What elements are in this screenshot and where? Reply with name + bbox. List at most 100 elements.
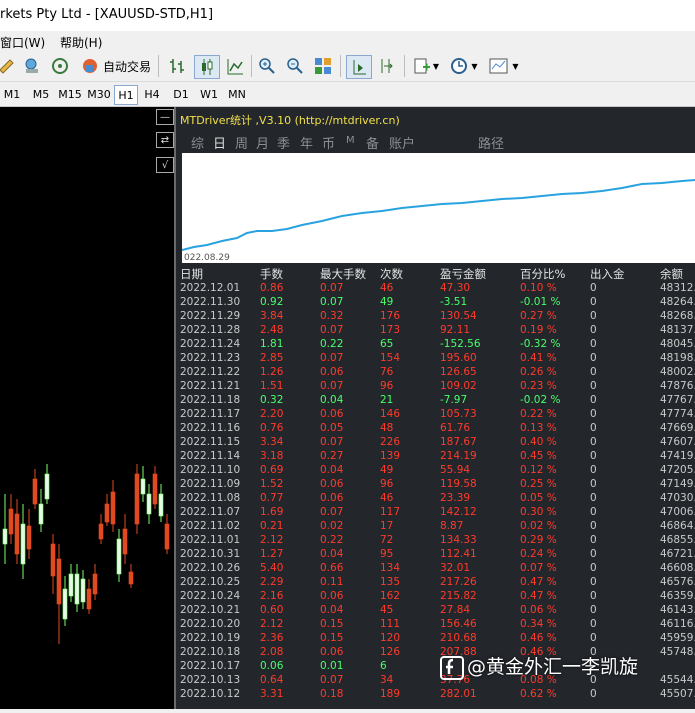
cell-date: 2022.10.25 bbox=[180, 576, 241, 588]
panel-tab[interactable]: 季 bbox=[277, 133, 290, 152]
column-header[interactable]: 手数 bbox=[260, 266, 283, 282]
cell-count: 46 bbox=[380, 282, 394, 294]
table-row[interactable]: 2022.11.24 1.81 0.22 65 -152.56 -0.32 % 0 48045… bbox=[176, 338, 695, 352]
candle-body bbox=[134, 473, 140, 525]
candlestick-icon[interactable] bbox=[194, 55, 220, 79]
column-header[interactable]: 余额 bbox=[660, 266, 683, 282]
panel-tab[interactable]: 日 bbox=[213, 133, 226, 152]
signal-icon[interactable] bbox=[50, 55, 70, 77]
column-header[interactable]: 百分比% bbox=[520, 266, 565, 282]
table-row[interactable]: 2022.11.14 3.18 0.27 139 214.19 0.45 % 0 47419.… bbox=[176, 450, 695, 464]
panel-tab[interactable]: 月 bbox=[256, 133, 269, 152]
candle-body bbox=[32, 478, 38, 505]
menu-window[interactable]: 窗口(W) bbox=[0, 34, 45, 51]
candlestick-series bbox=[2, 464, 170, 644]
dock-panel-button[interactable]: ⇄ bbox=[156, 132, 174, 148]
timeframe-mn[interactable]: MN bbox=[226, 85, 248, 103]
column-header[interactable]: 最大手数 bbox=[320, 266, 366, 282]
table-row[interactable]: 2022.11.16 0.76 0.05 48 61.76 0.13 % 0 47669.2 bbox=[176, 422, 695, 436]
timeframe-d1[interactable]: D1 bbox=[170, 85, 192, 103]
table-row[interactable]: 2022.11.15 3.34 0.07 226 187.67 0.40 % 0 47607.… bbox=[176, 436, 695, 450]
timeframe-m5[interactable]: M5 bbox=[30, 85, 52, 103]
panel-tab[interactable]: M bbox=[346, 135, 355, 146]
timeframe-m15[interactable]: M15 bbox=[57, 85, 83, 103]
timeframe-w1[interactable]: W1 bbox=[198, 85, 220, 103]
timeframe-m1[interactable]: M1 bbox=[0, 85, 24, 103]
table-row[interactable]: 2022.11.01 2.12 0.22 72 134.33 0.29 % 0 46855.7 bbox=[176, 534, 695, 548]
column-header[interactable]: 次数 bbox=[380, 266, 403, 282]
line-chart-icon[interactable] bbox=[224, 55, 246, 77]
panel-tab[interactable]: 备 bbox=[366, 133, 379, 152]
panel-tab[interactable]: 币 bbox=[322, 133, 335, 152]
minimize-panel-button[interactable]: — bbox=[156, 109, 174, 125]
candle-body bbox=[158, 493, 164, 517]
table-row[interactable]: 2022.12.01 0.86 0.07 46 47.30 0.10 % 0 48312.7 bbox=[176, 282, 695, 296]
menu-help[interactable]: 帮助(H) bbox=[60, 34, 102, 51]
zoom-in-icon[interactable] bbox=[256, 55, 278, 77]
cell-pnl: 134.33 bbox=[440, 534, 477, 546]
timeframe-h4[interactable]: H4 bbox=[141, 85, 163, 103]
cell-bal: 47876.0 bbox=[660, 380, 695, 392]
template-icon bbox=[489, 58, 508, 74]
autotrade-button[interactable]: 自动交易 bbox=[78, 55, 154, 77]
table-row[interactable]: 2022.10.12 3.31 0.18 189 282.01 0.62 % 0 45507.… bbox=[176, 688, 695, 702]
panel-tab[interactable]: 综 bbox=[191, 133, 204, 152]
column-header[interactable]: 日期 bbox=[180, 266, 203, 282]
cell-lots: 0.77 bbox=[260, 492, 284, 504]
price-chart[interactable] bbox=[0, 107, 176, 709]
table-row[interactable]: 2022.11.18 0.32 0.04 21 -7.97 -0.02 % 0 47767.0 bbox=[176, 394, 695, 408]
table-row[interactable]: 2022.10.24 2.16 0.06 162 215.82 0.47 % 0 46359.… bbox=[176, 590, 695, 604]
timeframe-h1[interactable]: H1 bbox=[114, 85, 138, 105]
column-header[interactable]: 盈亏金额 bbox=[440, 266, 486, 282]
cell-lots: 1.51 bbox=[260, 380, 284, 392]
table-row[interactable]: 2022.11.22 1.26 0.06 76 126.65 0.26 % 0 48002.6 bbox=[176, 366, 695, 380]
cell-lots: 1.69 bbox=[260, 506, 284, 518]
templates-dropdown[interactable]: ▼ bbox=[486, 55, 522, 77]
cell-lots: 0.06 bbox=[260, 660, 284, 672]
table-row[interactable]: 2022.11.30 0.92 0.07 49 -3.51 -0.01 % 0 48264.8 bbox=[176, 296, 695, 310]
tile-windows-icon[interactable] bbox=[312, 55, 334, 77]
candle-body bbox=[44, 473, 50, 500]
chevron-down-icon: ▼ bbox=[471, 61, 478, 71]
indicators-dropdown[interactable]: ▼ bbox=[410, 55, 442, 77]
zoom-out-icon[interactable] bbox=[284, 55, 306, 77]
candle-body bbox=[62, 588, 68, 620]
cell-bal: 47006.7 bbox=[660, 506, 695, 518]
table-row[interactable]: 2022.10.19 2.36 0.15 120 210.68 0.46 % 0 45959.… bbox=[176, 632, 695, 646]
cell-count: 76 bbox=[380, 366, 394, 378]
panel-tab[interactable]: 年 bbox=[300, 133, 313, 152]
table-row[interactable]: 2022.10.20 2.12 0.15 111 156.46 0.34 % 0 46116.… bbox=[176, 618, 695, 632]
check-button[interactable]: √ bbox=[156, 157, 174, 173]
timeframe-m30[interactable]: M30 bbox=[86, 85, 112, 103]
cell-date: 2022.10.26 bbox=[180, 562, 241, 574]
panel-tab[interactable]: 账户 bbox=[389, 133, 415, 152]
autoscroll-icon[interactable] bbox=[346, 55, 372, 79]
table-row[interactable]: 2022.11.10 0.69 0.04 49 55.94 0.12 % 0 47205.6 bbox=[176, 464, 695, 478]
table-row[interactable]: 2022.11.21 1.51 0.07 96 109.02 0.23 % 0 47876.0 bbox=[176, 380, 695, 394]
panel-tab[interactable]: 周 bbox=[235, 133, 248, 152]
table-row[interactable]: 2022.10.26 5.40 0.66 134 32.01 0.07 % 0 46608.9 bbox=[176, 562, 695, 576]
navigator-icon[interactable] bbox=[22, 55, 42, 77]
table-row[interactable]: 2022.11.29 3.84 0.32 176 130.54 0.27 % 0 48268.… bbox=[176, 310, 695, 324]
table-row[interactable]: 2022.11.28 2.48 0.07 173 92.11 0.19 % 0 48137.8 bbox=[176, 324, 695, 338]
table-row[interactable]: 2022.11.08 0.77 0.06 46 23.39 0.05 % 0 47030.1 bbox=[176, 492, 695, 506]
cell-count: 96 bbox=[380, 380, 394, 392]
panel-tab[interactable]: 路径 bbox=[478, 133, 504, 152]
column-header[interactable]: 出入金 bbox=[590, 266, 625, 282]
table-row[interactable]: 2022.10.25 2.29 0.11 135 217.26 0.47 % 0 46576.… bbox=[176, 576, 695, 590]
table-row[interactable]: 2022.11.07 1.69 0.07 117 142.12 0.30 % 0 47006.… bbox=[176, 506, 695, 520]
cell-io: 0 bbox=[590, 408, 597, 420]
candle-body bbox=[98, 523, 104, 540]
cell-io: 0 bbox=[590, 282, 597, 294]
table-row[interactable]: 2022.11.02 0.21 0.02 17 8.87 0.02 % 0 46864.6 bbox=[176, 520, 695, 534]
periods-dropdown[interactable]: ▼ bbox=[446, 55, 482, 77]
clock-icon bbox=[451, 58, 468, 74]
table-row[interactable]: 2022.10.21 0.60 0.04 45 27.84 0.06 % 0 46143.9 bbox=[176, 604, 695, 618]
table-row[interactable]: 2022.11.23 2.85 0.07 154 195.60 0.41 % 0 48198.… bbox=[176, 352, 695, 366]
table-row[interactable]: 2022.10.31 1.27 0.04 95 112.41 0.24 % 0 46721.4 bbox=[176, 548, 695, 562]
bar-chart-icon[interactable] bbox=[166, 55, 188, 77]
pencil-icon[interactable] bbox=[0, 55, 14, 77]
chart-shift-icon[interactable] bbox=[376, 55, 398, 77]
table-row[interactable]: 2022.11.17 2.20 0.06 146 105.73 0.22 % 0 47774.… bbox=[176, 408, 695, 422]
table-row[interactable]: 2022.11.09 1.52 0.06 96 119.58 0.25 % 0 47149.6 bbox=[176, 478, 695, 492]
